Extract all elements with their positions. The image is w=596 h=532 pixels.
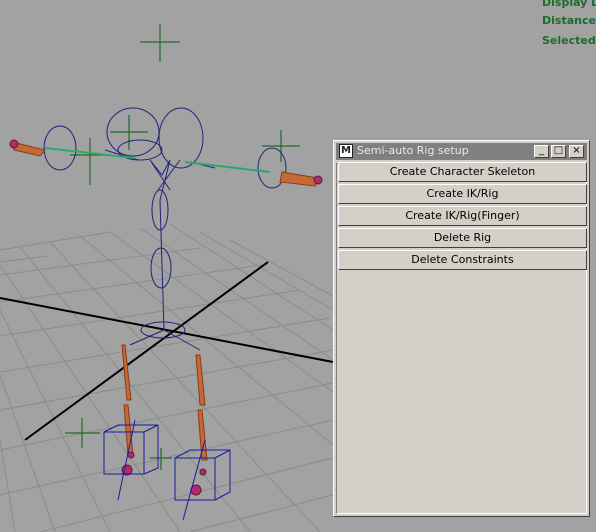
delete-constraints-button[interactable]: Delete Constraints xyxy=(338,250,587,270)
create-ik-rig-finger-button[interactable]: Create IK/Rig(Finger) xyxy=(338,206,587,226)
hud-distance-text: Distance xyxy=(542,14,596,27)
window-titlebar[interactable]: M Semi-auto Rig setup _ □ × xyxy=(336,143,587,160)
maximize-button[interactable]: □ xyxy=(551,145,566,158)
rig-setup-window: M Semi-auto Rig setup _ □ × Create Chara… xyxy=(333,140,590,517)
hud-display-text: Display Lo xyxy=(542,0,596,9)
hud-selected-text: Selected xyxy=(542,34,596,47)
close-button[interactable]: × xyxy=(569,145,584,158)
delete-rig-button[interactable]: Delete Rig xyxy=(338,228,587,248)
create-character-skeleton-button[interactable]: Create Character Skeleton xyxy=(338,162,587,182)
window-title: Semi-auto Rig setup xyxy=(357,144,469,157)
minimize-button[interactable]: _ xyxy=(534,145,549,158)
create-ik-rig-button[interactable]: Create IK/Rig xyxy=(338,184,587,204)
maya-window-icon: M xyxy=(339,144,353,158)
